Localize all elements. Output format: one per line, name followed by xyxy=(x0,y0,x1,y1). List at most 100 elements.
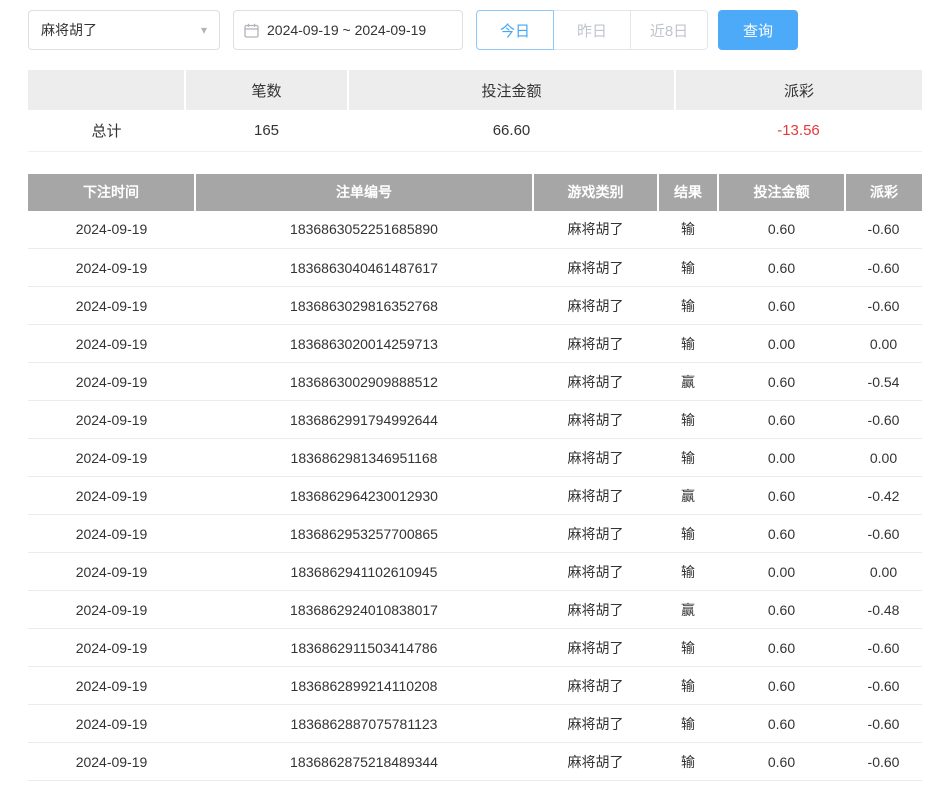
cell-payout: -0.60 xyxy=(845,629,922,667)
game-select-value: 麻将胡了 xyxy=(41,20,97,40)
quick-date-buttons: 今日 昨日 近8日 xyxy=(476,10,708,50)
cell-time: 2024-09-19 xyxy=(28,553,195,591)
betting-records-page: 麻将胡了 ▾ 2024-09-19 ~ 2024-09-19 今日 昨日 近8日… xyxy=(0,0,950,792)
cell-result: 赢 xyxy=(658,363,718,401)
cell-result: 赢 xyxy=(658,477,718,515)
cell-id: 1836862991794992644 xyxy=(195,401,533,439)
table-row: 2024-09-191836863040461487617麻将胡了输0.60-0… xyxy=(28,249,922,287)
game-select[interactable]: 麻将胡了 ▾ xyxy=(28,10,220,50)
cell-id: 1836862899214110208 xyxy=(195,667,533,705)
table-row: 2024-09-191836863002909888512麻将胡了赢0.60-0… xyxy=(28,363,922,401)
cell-result: 输 xyxy=(658,401,718,439)
cell-payout: 0.00 xyxy=(845,325,922,363)
cell-payout: -0.60 xyxy=(845,743,922,781)
cell-amount: 0.60 xyxy=(718,363,845,401)
cell-payout: -0.60 xyxy=(845,401,922,439)
table-row: 2024-09-191836862911503414786麻将胡了输0.60-0… xyxy=(28,629,922,667)
summary-table: 笔数 投注金额 派彩 总计 165 66.60 -13.56 xyxy=(28,70,922,152)
cell-amount: 0.60 xyxy=(718,249,845,287)
cell-game: 麻将胡了 xyxy=(533,401,658,439)
cell-time: 2024-09-19 xyxy=(28,439,195,477)
cell-payout: 0.00 xyxy=(845,553,922,591)
cell-id: 1836862875218489344 xyxy=(195,743,533,781)
table-row: 2024-09-191836862863570895872麻将胡了输0.60-0… xyxy=(28,781,922,792)
cell-result: 输 xyxy=(658,439,718,477)
cell-amount: 0.60 xyxy=(718,591,845,629)
cell-id: 1836862911503414786 xyxy=(195,629,533,667)
cell-payout: -0.42 xyxy=(845,477,922,515)
cell-time: 2024-09-19 xyxy=(28,249,195,287)
cell-time: 2024-09-19 xyxy=(28,363,195,401)
chevron-down-icon: ▾ xyxy=(201,23,207,37)
cell-result: 赢 xyxy=(658,591,718,629)
cell-id: 1836862953257700865 xyxy=(195,515,533,553)
cell-game: 麻将胡了 xyxy=(533,743,658,781)
cell-payout: -0.60 xyxy=(845,287,922,325)
cell-amount: 0.00 xyxy=(718,325,845,363)
cell-time: 2024-09-19 xyxy=(28,781,195,792)
cell-amount: 0.60 xyxy=(718,287,845,325)
last-8-days-button[interactable]: 近8日 xyxy=(630,10,708,50)
cell-amount: 0.60 xyxy=(718,211,845,249)
filter-bar: 麻将胡了 ▾ 2024-09-19 ~ 2024-09-19 今日 昨日 近8日… xyxy=(28,10,922,50)
cell-id: 1836863040461487617 xyxy=(195,249,533,287)
summary-header-row: 笔数 投注金额 派彩 xyxy=(28,70,922,110)
cell-result: 输 xyxy=(658,211,718,249)
cell-result: 输 xyxy=(658,515,718,553)
calendar-icon xyxy=(244,23,259,38)
cell-id: 1836863052251685890 xyxy=(195,211,533,249)
cell-game: 麻将胡了 xyxy=(533,477,658,515)
today-button[interactable]: 今日 xyxy=(476,10,554,50)
header-result: 结果 xyxy=(658,174,718,211)
cell-time: 2024-09-19 xyxy=(28,287,195,325)
cell-game: 麻将胡了 xyxy=(533,781,658,792)
cell-result: 输 xyxy=(658,629,718,667)
cell-result: 输 xyxy=(658,743,718,781)
cell-result: 输 xyxy=(658,287,718,325)
yesterday-button[interactable]: 昨日 xyxy=(553,10,631,50)
cell-payout: -0.60 xyxy=(845,211,922,249)
summary-total-row: 总计 165 66.60 -13.56 xyxy=(28,110,922,151)
summary-total-bet-amount: 66.60 xyxy=(348,110,675,151)
cell-game: 麻将胡了 xyxy=(533,515,658,553)
header-bet-id: 注单编号 xyxy=(195,174,533,211)
cell-payout: -0.60 xyxy=(845,249,922,287)
header-payout: 派彩 xyxy=(845,174,922,211)
summary-header-count: 笔数 xyxy=(185,70,348,110)
table-row: 2024-09-191836862899214110208麻将胡了输0.60-0… xyxy=(28,667,922,705)
table-row: 2024-09-191836862887075781123麻将胡了输0.60-0… xyxy=(28,705,922,743)
cell-game: 麻将胡了 xyxy=(533,287,658,325)
cell-id: 1836862887075781123 xyxy=(195,705,533,743)
bet-table-body: 2024-09-191836863052251685890麻将胡了输0.60-0… xyxy=(28,211,922,792)
cell-game: 麻将胡了 xyxy=(533,629,658,667)
header-game-type: 游戏类别 xyxy=(533,174,658,211)
cell-result: 输 xyxy=(658,249,718,287)
cell-result: 输 xyxy=(658,553,718,591)
summary-total-label: 总计 xyxy=(28,110,185,151)
date-range-input[interactable]: 2024-09-19 ~ 2024-09-19 xyxy=(233,10,463,50)
cell-payout: 0.00 xyxy=(845,439,922,477)
table-row: 2024-09-191836862991794992644麻将胡了输0.60-0… xyxy=(28,401,922,439)
cell-payout: -0.60 xyxy=(845,781,922,792)
cell-time: 2024-09-19 xyxy=(28,743,195,781)
bets-table: 下注时间 注单编号 游戏类别 结果 投注金额 派彩 2024-09-191836… xyxy=(28,174,922,792)
summary-total-count: 165 xyxy=(185,110,348,151)
date-range-value: 2024-09-19 ~ 2024-09-19 xyxy=(267,22,426,38)
cell-payout: -0.48 xyxy=(845,591,922,629)
query-button[interactable]: 查询 xyxy=(718,10,798,50)
cell-id: 1836863020014259713 xyxy=(195,325,533,363)
cell-amount: 0.60 xyxy=(718,705,845,743)
table-row: 2024-09-191836863052251685890麻将胡了输0.60-0… xyxy=(28,211,922,249)
summary-header-bet-amount: 投注金额 xyxy=(348,70,675,110)
table-row: 2024-09-191836863020014259713麻将胡了输0.000.… xyxy=(28,325,922,363)
cell-id: 1836862924010838017 xyxy=(195,591,533,629)
cell-time: 2024-09-19 xyxy=(28,705,195,743)
cell-id: 1836862981346951168 xyxy=(195,439,533,477)
cell-amount: 0.60 xyxy=(718,477,845,515)
cell-amount: 0.60 xyxy=(718,781,845,792)
cell-id: 1836863029816352768 xyxy=(195,287,533,325)
summary-header-blank xyxy=(28,70,185,110)
cell-amount: 0.60 xyxy=(718,401,845,439)
bets-header-row: 下注时间 注单编号 游戏类别 结果 投注金额 派彩 xyxy=(28,174,922,211)
cell-amount: 0.00 xyxy=(718,553,845,591)
